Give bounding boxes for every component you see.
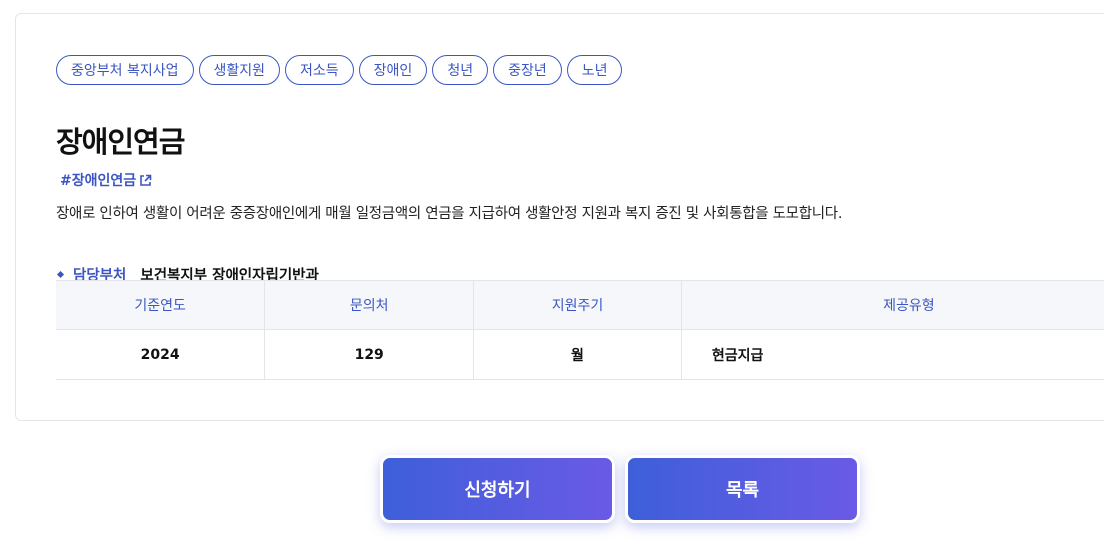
list-button[interactable]: 목록: [625, 455, 860, 523]
tag-central-welfare[interactable]: 중앙부처 복지사업: [56, 55, 194, 85]
external-link-icon: [139, 174, 152, 187]
cell-support-cycle: 월: [473, 329, 682, 380]
service-description: 장애로 인하여 생활이 어려운 중증장애인에게 매월 일정금액의 연금을 지급하…: [56, 206, 843, 222]
tag-list: 중앙부처 복지사업 생활지원 저소득 장애인 청년 중장년 노년: [56, 55, 623, 85]
header-contact: 문의처: [264, 280, 474, 330]
cell-base-year: 2024: [56, 329, 265, 380]
header-base-year: 기준연도: [56, 280, 265, 330]
tag-living-support[interactable]: 생활지원: [198, 55, 281, 85]
tag-youth[interactable]: 청년: [432, 55, 489, 85]
info-table: 기준연도 문의처 지원주기 제공유형 2024 129 월 현금지급: [56, 280, 1104, 380]
header-provision-type: 제공유형: [680, 280, 1104, 330]
page-title: 장애인연금: [56, 125, 185, 159]
bullet-diamond-icon: [56, 270, 65, 279]
cell-contact: 129: [264, 329, 474, 380]
cell-provision-type: 현금지급: [680, 329, 1104, 380]
service-card: 중앙부처 복지사업 생활지원 저소득 장애인 청년 중장년 노년 장애인연금 #…: [15, 13, 1104, 421]
tag-low-income[interactable]: 저소득: [285, 55, 354, 85]
header-support-cycle: 지원주기: [473, 280, 682, 330]
tag-middle-aged[interactable]: 중장년: [493, 55, 562, 85]
tag-elderly[interactable]: 노년: [566, 55, 623, 85]
table-row: 2024 129 월 현금지급: [56, 329, 1104, 380]
apply-button[interactable]: 신청하기: [380, 455, 615, 523]
hashtag-link[interactable]: #장애인연금: [60, 170, 152, 190]
hashtag-label: #장애인연금: [60, 173, 137, 189]
table-header-row: 기준연도 문의처 지원주기 제공유형: [56, 280, 1104, 330]
tag-disabled[interactable]: 장애인: [358, 55, 428, 85]
